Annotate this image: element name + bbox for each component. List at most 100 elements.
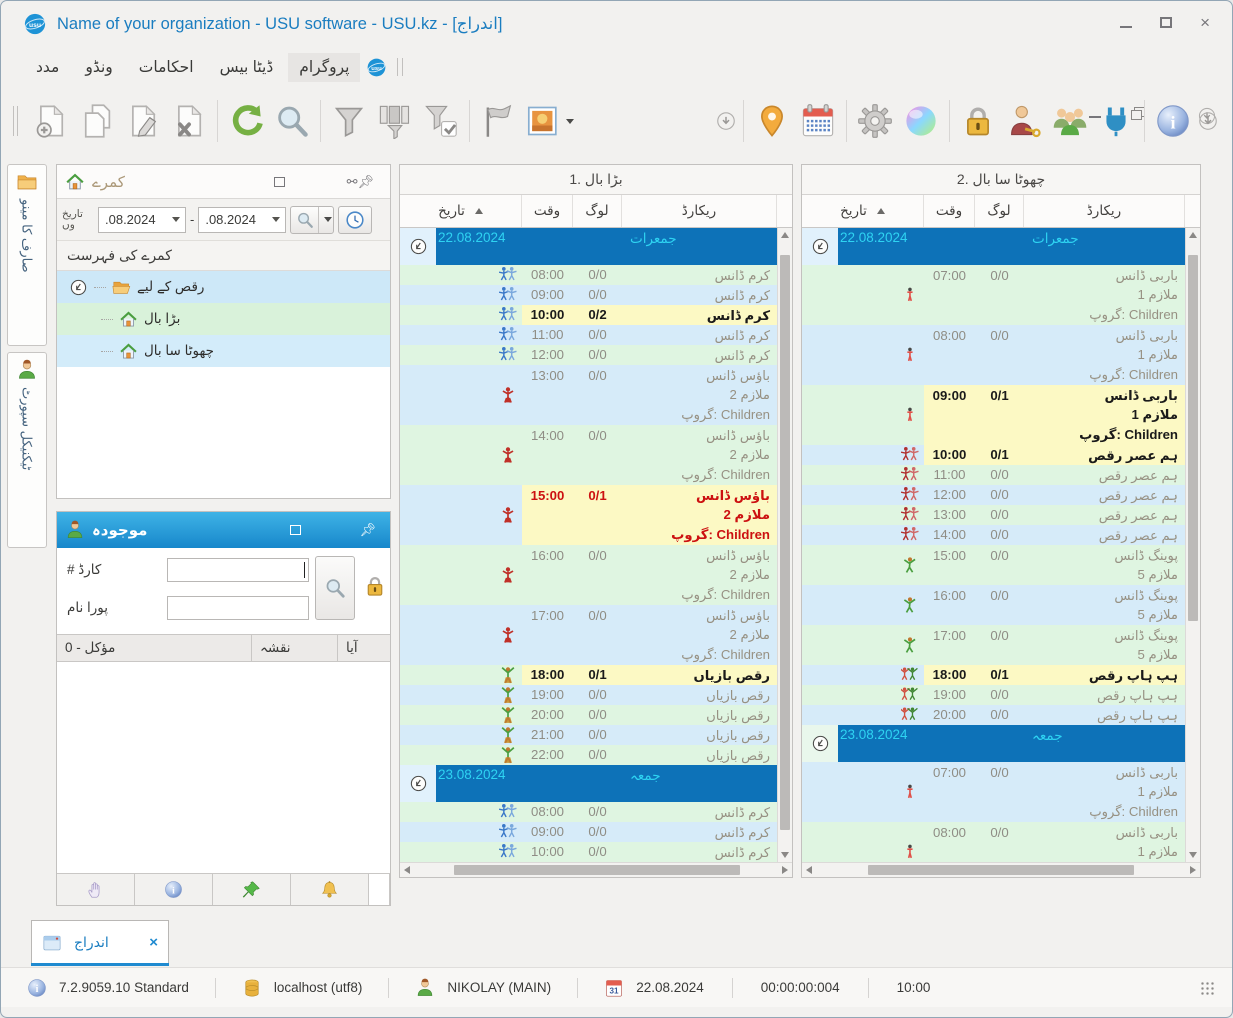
color-ball-button[interactable]: [898, 96, 944, 146]
schedule-row[interactable]: 11:00 0/0 کرم ڈانس: [400, 325, 777, 345]
schedule-row[interactable]: 15:00 0/1 باؤس ڈانس ملازم 2 گروپ: Children: [400, 485, 777, 545]
schedule-row[interactable]: 17:00 0/0 پوینگ ڈانس ملازم 5: [802, 625, 1185, 665]
new-record-button[interactable]: [28, 96, 74, 146]
search-button[interactable]: [269, 96, 315, 146]
schedule-row[interactable]: 14:00 0/0 باؤس ڈانس ملازم 2 گروپ: Children: [400, 425, 777, 485]
date-to-combo[interactable]: .08.2024: [198, 206, 287, 233]
maximize-button[interactable]: [1160, 17, 1173, 28]
menu-help[interactable]: مدد: [25, 53, 70, 82]
filter-button[interactable]: [326, 96, 372, 146]
scrollbar-thumb[interactable]: [454, 865, 740, 875]
schedule-row[interactable]: 16:00 0/0 باؤس ڈانس ملازم 2 گروپ: Children: [400, 545, 777, 605]
plugin-button[interactable]: [1093, 96, 1139, 146]
vertical-scrollbar[interactable]: [1185, 228, 1200, 862]
schedule-row[interactable]: 08:000/0باربی ڈانسملازم 1گروپ: Children: [802, 325, 1185, 385]
schedule-row[interactable]: 09:00 0/1 باربی ڈانس ملازم 1 گروپ: Children: [802, 385, 1185, 445]
schedule-clock-button[interactable]: [338, 205, 373, 234]
scrollbar-thumb[interactable]: [868, 865, 1134, 875]
delete-record-button[interactable]: [166, 96, 212, 146]
current-panel-pin-button[interactable]: 📌︎: [359, 522, 376, 538]
lock-button[interactable]: [955, 96, 1001, 146]
people-column-header[interactable]: لوگ: [573, 195, 622, 227]
rooms-panel-maximize-button[interactable]: [273, 176, 285, 187]
collapse-node-icon[interactable]: [69, 278, 88, 297]
schedule-row[interactable]: 09:00 0/0 کرم ڈانس: [400, 822, 777, 842]
schedule-row[interactable]: 09:00 0/0 کرم ڈانس: [400, 285, 777, 305]
horizontal-scrollbar[interactable]: [400, 862, 792, 877]
schedule-row[interactable]: 12:00 0/0 ہم عصر رقص: [802, 485, 1185, 505]
time-column-header[interactable]: وقت: [522, 195, 573, 227]
schedule-row[interactable]: 18:00 0/1 ہپ ہاپ رقص: [802, 665, 1185, 685]
schedule-row[interactable]: 07:00 0/0 باربی ڈانس ملازم 1 گروپ: Children: [802, 762, 1185, 822]
client-search-button[interactable]: [315, 556, 355, 620]
scrollbar-thumb[interactable]: [780, 254, 790, 831]
bell-button[interactable]: [291, 874, 369, 905]
menu-program[interactable]: پروگرام: [288, 52, 361, 82]
menu-window[interactable]: ونڈو: [74, 53, 123, 82]
toolbar-overflow-right-icon[interactable]: [1196, 109, 1220, 133]
schedule-row[interactable]: 19:00 0/0 رقص بازیاں: [400, 685, 777, 705]
user-key-button[interactable]: [1001, 96, 1047, 146]
close-button[interactable]: ×: [1200, 14, 1210, 31]
vertical-scrollbar[interactable]: [777, 228, 792, 862]
tree-node-dance-folder[interactable]: رقص کے لیے: [57, 271, 390, 303]
map-column-header[interactable]: نقشہ: [252, 635, 338, 661]
schedule-row[interactable]: 08:00 0/0 کرم ڈانس: [400, 265, 777, 285]
resize-grip[interactable]: [1200, 980, 1216, 995]
collapse-group-icon[interactable]: [409, 774, 428, 793]
image-dropdown-icon[interactable]: [566, 118, 574, 124]
card-number-input[interactable]: [167, 558, 309, 582]
schedule-row[interactable]: 19:00 0/0 ہپ ہاپ رقص: [802, 685, 1185, 705]
users-group-button[interactable]: [1047, 96, 1093, 146]
calendar-button[interactable]: [795, 96, 841, 146]
location-pin-button[interactable]: [749, 96, 795, 146]
date-column-header[interactable]: تاریخ: [400, 195, 522, 227]
people-column-header[interactable]: لوگ: [975, 195, 1024, 227]
schedule-row[interactable]: 07:00 0/0 باربی ڈانس ملازم 1 گروپ: Children: [802, 265, 1185, 325]
time-column-header[interactable]: وقت: [924, 195, 975, 227]
schedule-row[interactable]: 08:00 0/0 کرم ڈانس: [400, 802, 777, 822]
sidebar-tab-user-menu[interactable]: صارف کا مینو: [7, 164, 47, 346]
menu-database[interactable]: ڈیٹا بیس: [209, 53, 285, 82]
schedule-row[interactable]: 13:00 0/0 باؤس ڈانس ملازم 2 گروپ: Children: [400, 365, 777, 425]
copy-record-button[interactable]: [74, 96, 120, 146]
schedule-row[interactable]: 08:000/0باربی ڈانسملازم 1گروپ: Children: [802, 822, 1185, 862]
schedule-row[interactable]: 22:00 0/0 رقص بازیاں: [400, 745, 777, 765]
tab-registration[interactable]: اندراج ×: [31, 920, 169, 964]
tree-node-small-hall[interactable]: چھوٹا سا بال: [57, 335, 390, 367]
schedule-row[interactable]: 13:00 0/0 ہم عصر رقص: [802, 505, 1185, 525]
toolbar-grip[interactable]: [13, 106, 18, 136]
menu-commands[interactable]: احکامات: [128, 53, 205, 82]
edit-record-button[interactable]: [120, 96, 166, 146]
schedule-row[interactable]: 10:00 0/1 ہم عصر رقص: [802, 445, 1185, 465]
flag-button[interactable]: [475, 96, 521, 146]
schedule-row[interactable]: 11:00 0/0 ہم عصر رقص: [802, 465, 1185, 485]
horizontal-scrollbar[interactable]: [802, 862, 1200, 877]
pin-button[interactable]: [213, 874, 291, 905]
collapse-group-icon[interactable]: [811, 237, 830, 256]
schedule-row[interactable]: 10:00 0/2 کرم ڈانس: [400, 305, 777, 325]
schedule-row[interactable]: 20:00 0/0 رقص بازیاں: [400, 705, 777, 725]
info-button[interactable]: i: [135, 874, 213, 905]
schedule-row[interactable]: 17:00 0/0 باؤس ڈانس ملازم 2 گروپ: Children: [400, 605, 777, 665]
schedule-row[interactable]: 15:00 0/0 پوینگ ڈانس ملازم 5: [802, 545, 1185, 585]
date-group-row[interactable]: 23.08.2024 جمعہ: [400, 765, 777, 802]
rooms-panel-pin-button[interactable]: ⚯︎📌︎: [347, 174, 374, 190]
record-column-header[interactable]: ریکارڈ: [1024, 195, 1185, 227]
current-panel-maximize-button[interactable]: [290, 525, 302, 535]
date-column-header[interactable]: تاریخ: [802, 195, 924, 227]
image-button[interactable]: [521, 96, 579, 146]
clients-column-header[interactable]: مؤکل - 0: [57, 635, 252, 661]
minimize-button[interactable]: [1120, 25, 1133, 28]
toolbar-overflow-left-icon[interactable]: [714, 109, 738, 133]
filter-panels-button[interactable]: [372, 96, 418, 146]
tab-close-icon[interactable]: ×: [149, 934, 158, 951]
info-button[interactable]: i: [1150, 96, 1196, 146]
schedule-row[interactable]: 20:00 0/0 ہپ ہاپ رقص: [802, 705, 1185, 725]
hand-button[interactable]: [57, 874, 135, 905]
sidebar-tab-tech-support[interactable]: ٹیکنیکل سپورٹ: [7, 352, 47, 548]
full-name-input[interactable]: [167, 596, 309, 620]
filter-check-button[interactable]: [418, 96, 464, 146]
menu-grip[interactable]: [397, 58, 404, 76]
schedule-row[interactable]: 12:00 0/0 کرم ڈانس: [400, 345, 777, 365]
